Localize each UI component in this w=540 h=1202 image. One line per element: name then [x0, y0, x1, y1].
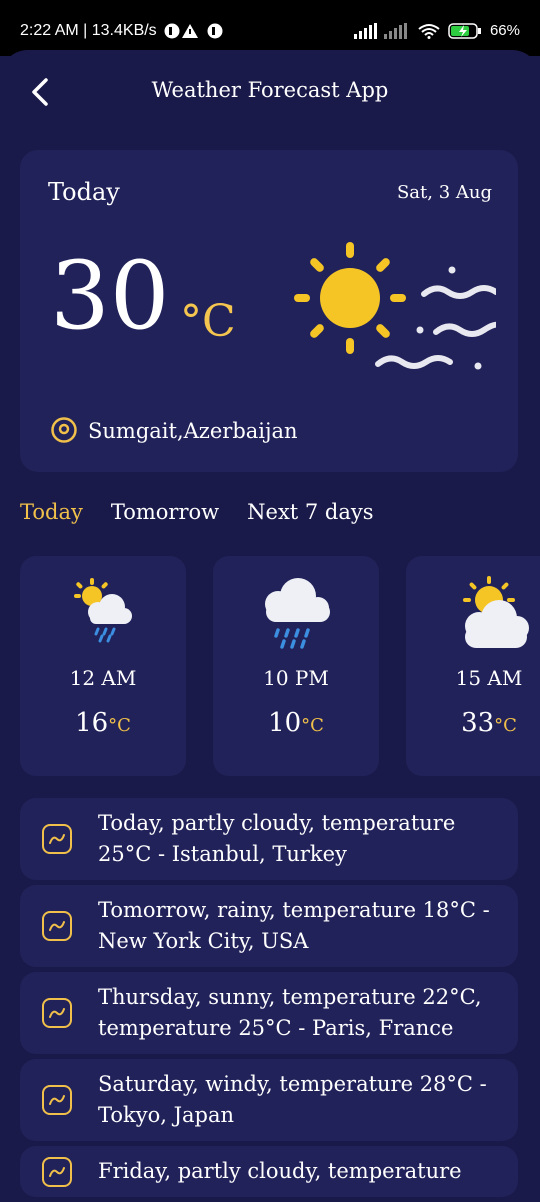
- forecast-text: Saturday, windy, temperature 28°C - Toky…: [98, 1072, 487, 1127]
- notification-icons: [164, 23, 223, 39]
- forecast-item[interactable]: Friday, partly cloudy, temperature: [20, 1146, 518, 1197]
- trend-icon: [42, 1085, 72, 1115]
- app-screen: Weather Forecast App Today Sat, 3 Aug 30…: [0, 50, 540, 1200]
- forecast-text: Today, partly cloudy, temperature 25°C -…: [98, 811, 456, 866]
- forecast-text: Thursday, sunny, temperature 22°C, tempe…: [98, 985, 482, 1040]
- location-pin-icon: [51, 417, 77, 443]
- battery-level: 66%: [489, 22, 520, 39]
- trend-icon: [42, 998, 72, 1028]
- forecast-item[interactable]: Today, partly cloudy, temperature 25°C -…: [20, 798, 518, 880]
- forecast-item[interactable]: Thursday, sunny, temperature 22°C, tempe…: [20, 972, 518, 1054]
- forecast-text: Friday, partly cloudy, temperature: [98, 1159, 462, 1183]
- rain-cloud-icon: [265, 578, 330, 649]
- temperature-unit: °C: [180, 296, 236, 347]
- hour-temperature: 10°C: [268, 708, 324, 738]
- hourly-forecast[interactable]: 12 AM 16°C 10 PM 10°C 15 AM 33°C: [20, 556, 540, 778]
- trend-icon: [42, 1156, 72, 1187]
- tab-today[interactable]: Today: [20, 500, 83, 524]
- forecast-item[interactable]: Saturday, windy, temperature 28°C - Toky…: [20, 1059, 518, 1141]
- hour-time: 15 AM: [455, 666, 523, 690]
- status-bar: 2:22 AM | 13.4KB/s 66%: [0, 0, 540, 56]
- hourly-card[interactable]: 12 AM 16°C: [20, 556, 186, 776]
- tab-tomorrow[interactable]: Tomorrow: [111, 500, 219, 524]
- location-name: Sumgait,Azerbaijan: [88, 419, 298, 443]
- hourly-card[interactable]: 10 PM 10°C: [213, 556, 379, 776]
- hour-time: 12 AM: [69, 666, 137, 690]
- current-date: Sat, 3 Aug: [396, 182, 492, 203]
- battery-icon: [448, 22, 481, 39]
- today-weather-card: Today Sat, 3 Aug 30 °C Sumgait,Azerbaija…: [20, 150, 518, 472]
- app-header: Weather Forecast App: [0, 72, 540, 112]
- page-title: Weather Forecast App: [151, 78, 389, 102]
- location: Sumgait,Azerbaijan: [50, 416, 298, 446]
- sun-wind-icon: [294, 242, 496, 370]
- sun-cloud-rain-icon: [74, 578, 132, 643]
- signal-icon: [353, 22, 407, 39]
- today-label: Today: [48, 178, 120, 206]
- forecast-list: Today, partly cloudy, temperature 25°C -…: [20, 798, 518, 1202]
- forecast-item[interactable]: Tomorrow, rainy, temperature 18°C - New …: [20, 885, 518, 967]
- hour-temperature: 16°C: [75, 708, 131, 738]
- status-time: 2:22 AM | 13.4KB/s: [20, 22, 157, 39]
- hourly-card[interactable]: 15 AM 33°C: [406, 556, 540, 776]
- current-temperature: 30: [50, 242, 170, 351]
- trend-icon: [42, 911, 72, 941]
- forecast-tabs: Today Tomorrow Next 7 days: [20, 500, 374, 524]
- wifi-icon: [418, 23, 440, 39]
- tab-next-7-days[interactable]: Next 7 days: [247, 500, 373, 524]
- forecast-text: Tomorrow, rainy, temperature 18°C - New …: [98, 898, 490, 953]
- sun-cloud-icon: [463, 576, 529, 648]
- trend-icon: [42, 824, 72, 854]
- hour-temperature: 33°C: [461, 708, 517, 738]
- hour-time: 10 PM: [263, 666, 329, 690]
